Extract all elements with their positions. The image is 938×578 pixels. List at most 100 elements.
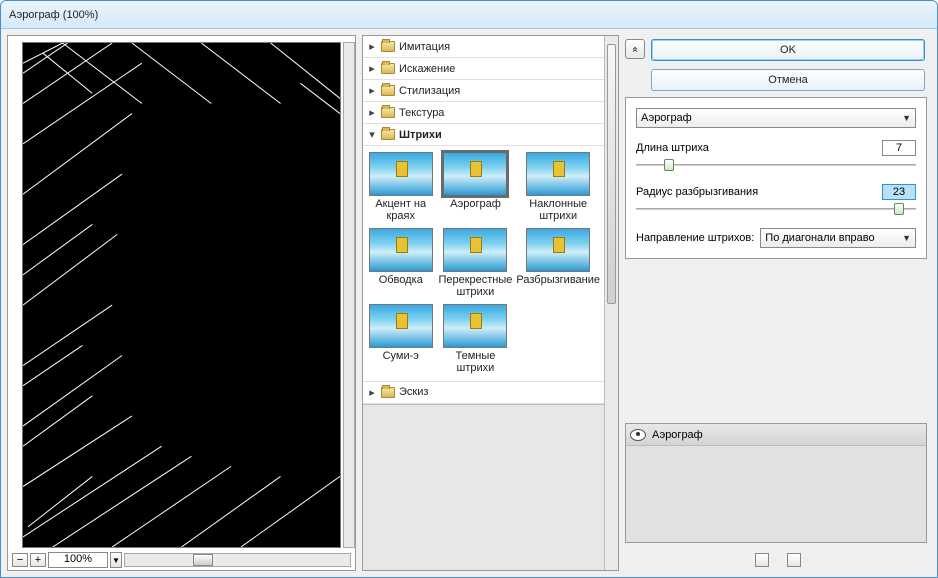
eye-icon[interactable] xyxy=(630,429,646,441)
ok-button[interactable]: OK xyxy=(651,39,925,61)
slider-track xyxy=(636,208,916,210)
param-label: Радиус разбрызгивания xyxy=(636,186,758,198)
chevron-double-icon: « xyxy=(630,46,641,52)
folder-icon xyxy=(381,129,395,140)
thumb-preview xyxy=(443,152,507,196)
effect-layer-name: Аэрограф xyxy=(652,429,703,441)
thumb-label: Разбрызгивание xyxy=(516,274,600,296)
filter-select-value: Аэрограф xyxy=(641,112,692,124)
collapse-toggle[interactable]: « xyxy=(625,39,645,59)
chevron-down-icon: ▼ xyxy=(902,233,911,243)
category-label: Эскиз xyxy=(399,386,428,398)
filter-thumb-spatter[interactable]: Разбрызгивание xyxy=(516,228,600,298)
thumb-label: Наклонные штрихи xyxy=(516,198,600,222)
category-label: Штрихи xyxy=(399,129,442,141)
filter-thumb-airbrush[interactable]: Аэрограф xyxy=(438,152,512,222)
filter-thumb-sumie[interactable]: Суми-э xyxy=(367,304,434,374)
thumb-label: Суми-э xyxy=(383,350,419,372)
slider-thumb[interactable] xyxy=(664,159,674,171)
param-label: Длина штриха xyxy=(636,142,709,154)
zoom-value[interactable]: 100% xyxy=(48,552,108,568)
window-titlebar[interactable]: Аэрограф (100%) xyxy=(1,1,937,29)
category-stylize[interactable]: ▸ Стилизация xyxy=(363,80,604,102)
thumb-label: Темные штрихи xyxy=(438,350,512,374)
category-label: Стилизация xyxy=(399,85,460,97)
filter-thumb-dark-strokes[interactable]: Темные штрихи xyxy=(438,304,512,374)
window-title: Аэрограф (100%) xyxy=(9,9,98,21)
chevron-right-icon: ▸ xyxy=(367,62,377,75)
category-sketch[interactable]: ▸ Эскиз xyxy=(363,382,604,404)
preview-image xyxy=(23,43,340,547)
param-stroke-length: Длина штриха xyxy=(636,140,916,172)
window-content: − + 100% ▼ ▸ Имитация ▸ Искажение ▸ Стилиза… xyxy=(1,29,937,577)
folder-icon xyxy=(381,107,395,118)
spacer xyxy=(625,265,931,417)
category-label: Имитация xyxy=(399,41,450,53)
effect-layers-panel: Аэрограф xyxy=(625,423,927,543)
thumb-preview xyxy=(526,228,590,272)
param-spray-radius: Радиус разбрызгивания xyxy=(636,184,916,216)
folder-icon xyxy=(381,85,395,96)
thumb-label: Акцент на краях xyxy=(367,198,434,222)
preview-canvas[interactable] xyxy=(22,42,341,548)
new-effect-layer-button[interactable] xyxy=(755,553,769,567)
filter-thumb-angled-strokes[interactable]: Наклонные штрихи xyxy=(516,152,600,222)
vscroll-thumb[interactable] xyxy=(607,44,616,304)
direction-select[interactable]: По диагонали вправо ▼ xyxy=(760,228,916,248)
zoom-in-button[interactable]: + xyxy=(30,553,46,567)
preview-vscroll[interactable] xyxy=(343,42,355,548)
preview-hscroll[interactable] xyxy=(124,553,351,567)
direction-select-value: По диагонали вправо xyxy=(765,232,874,244)
top-buttons-row: « OK Отмена xyxy=(625,35,931,91)
category-label: Текстура xyxy=(399,107,444,119)
filter-thumbnails: Акцент на краях Аэрограф Наклонные штрих… xyxy=(363,146,604,382)
preview-panel: − + 100% ▼ xyxy=(7,35,356,571)
thumb-label: Обводка xyxy=(379,274,423,296)
spray-radius-input[interactable] xyxy=(882,184,916,200)
controls-panel: « OK Отмена Аэрограф ▼ Длина штриха xyxy=(625,35,931,571)
slider-thumb[interactable] xyxy=(894,203,904,215)
chevron-right-icon: ▸ xyxy=(367,84,377,97)
filter-thumb-crosshatch[interactable]: Перекрестные штрихи xyxy=(438,228,512,298)
button-stack: OK Отмена xyxy=(651,35,931,91)
param-direction: Направление штрихов: По диагонали вправо… xyxy=(636,228,916,248)
category-label: Искажение xyxy=(399,63,455,75)
chevron-down-icon: ▾ xyxy=(367,128,377,141)
filter-thumb-ink-outlines[interactable]: Обводка xyxy=(367,228,434,298)
layers-empty xyxy=(626,446,926,542)
thumb-label: Аэрограф xyxy=(450,198,501,220)
category-distortion[interactable]: ▸ Искажение xyxy=(363,58,604,80)
filter-categories-panel: ▸Имитация ▸Искажение ▸Стилизация ▸Тексту… xyxy=(362,35,619,571)
filter-select[interactable]: Аэрограф ▼ xyxy=(636,108,916,128)
thumb-preview xyxy=(443,228,507,272)
folder-icon xyxy=(381,387,395,398)
effect-layer-row[interactable]: Аэрограф xyxy=(626,424,926,446)
thumb-preview xyxy=(369,152,433,196)
filter-gallery-window: Аэрограф (100%) xyxy=(0,0,938,578)
thumb-preview xyxy=(443,304,507,348)
thumb-preview xyxy=(369,304,433,348)
spray-radius-slider[interactable] xyxy=(636,202,916,216)
cancel-button[interactable]: Отмена xyxy=(651,69,925,91)
stroke-length-slider[interactable] xyxy=(636,158,916,172)
category-texture[interactable]: ▸Текстура xyxy=(363,102,604,124)
categories-vscroll[interactable] xyxy=(604,36,618,570)
filter-thumb-accented-edges[interactable]: Акцент на краях xyxy=(367,152,434,222)
chevron-right-icon: ▸ xyxy=(367,386,377,399)
folder-icon xyxy=(381,63,395,74)
slider-track xyxy=(636,164,916,166)
delete-effect-layer-button[interactable] xyxy=(787,553,801,567)
zoom-dropdown[interactable]: ▼ xyxy=(110,552,122,568)
filter-select-row: Аэрограф ▼ xyxy=(636,108,916,128)
zoom-bar: − + 100% ▼ xyxy=(8,550,355,570)
category-strokes[interactable]: ▾ Штрихи xyxy=(363,124,604,146)
filter-parameters: Аэрограф ▼ Длина штриха xyxy=(625,97,927,259)
chevron-down-icon: ▼ xyxy=(902,113,911,123)
hscroll-thumb[interactable] xyxy=(193,554,213,566)
category-imitation[interactable]: ▸ Имитация xyxy=(363,36,604,58)
thumb-preview xyxy=(526,152,590,196)
stroke-length-input[interactable] xyxy=(882,140,916,156)
zoom-out-button[interactable]: − xyxy=(12,553,28,567)
categories-empty-area xyxy=(363,404,604,570)
chevron-right-icon: ▸ xyxy=(367,40,377,53)
